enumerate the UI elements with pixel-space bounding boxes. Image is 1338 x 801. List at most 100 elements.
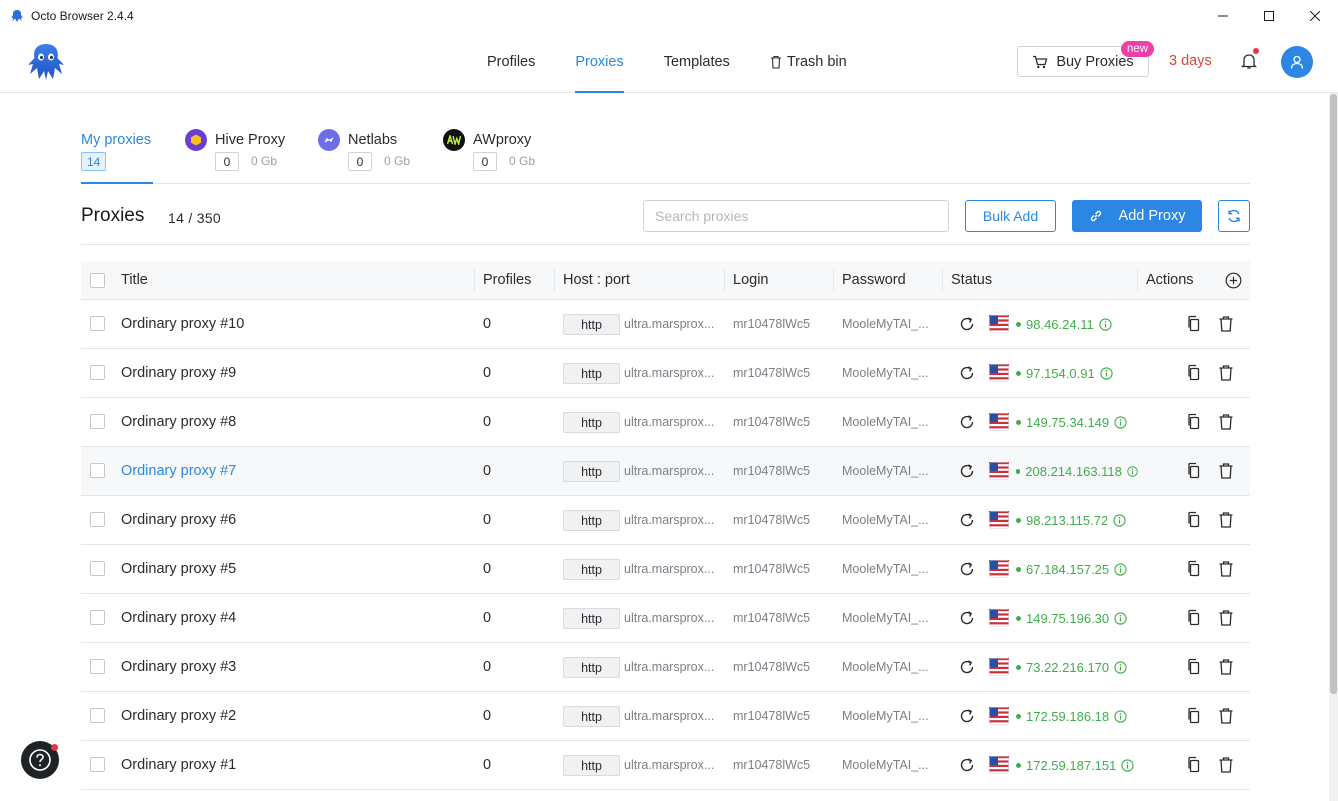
check-proxy-icon[interactable] xyxy=(959,365,975,381)
trash-icon[interactable] xyxy=(1218,511,1234,529)
octo-logo-icon[interactable] xyxy=(24,41,68,83)
proxy-title[interactable]: Ordinary proxy #4 xyxy=(121,594,236,642)
info-icon[interactable] xyxy=(1114,562,1127,576)
minimize-button[interactable] xyxy=(1200,0,1246,31)
column-profiles[interactable]: Profiles xyxy=(483,261,531,299)
column-title[interactable]: Title xyxy=(121,261,148,299)
proxy-title[interactable]: Ordinary proxy #5 xyxy=(121,545,236,593)
column-host-port[interactable]: Host : port xyxy=(563,261,630,299)
row-checkbox[interactable] xyxy=(90,365,105,380)
trash-icon[interactable] xyxy=(1218,462,1234,480)
check-proxy-icon[interactable] xyxy=(959,512,975,528)
check-proxy-icon[interactable] xyxy=(959,414,975,430)
check-proxy-icon[interactable] xyxy=(959,757,975,773)
info-icon[interactable] xyxy=(1100,366,1113,380)
proxy-title[interactable]: Ordinary proxy #8 xyxy=(121,398,236,446)
info-icon[interactable] xyxy=(1114,415,1127,429)
table-row[interactable]: Ordinary proxy #4 0 http ultra.marsprox... m… xyxy=(81,594,1250,643)
search-input[interactable] xyxy=(643,200,949,232)
add-proxy-button[interactable]: Add Proxy xyxy=(1072,200,1202,232)
copy-icon[interactable] xyxy=(1186,609,1202,627)
check-proxy-icon[interactable] xyxy=(959,659,975,675)
copy-icon[interactable] xyxy=(1186,707,1202,725)
table-row[interactable]: Ordinary proxy #8 0 http ultra.marsprox... m… xyxy=(81,398,1250,447)
copy-icon[interactable] xyxy=(1186,413,1202,431)
trash-icon[interactable] xyxy=(1218,756,1234,774)
row-checkbox[interactable] xyxy=(90,610,105,625)
info-icon[interactable] xyxy=(1114,660,1127,674)
copy-icon[interactable] xyxy=(1186,658,1202,676)
provider-tab-my-proxies[interactable]: My proxies 14 xyxy=(81,93,161,184)
info-icon[interactable] xyxy=(1099,317,1112,331)
proxy-title[interactable]: Ordinary proxy #1 xyxy=(121,741,236,789)
row-checkbox[interactable] xyxy=(90,414,105,429)
table-row[interactable]: Ordinary proxy #1 0 http ultra.marsprox... m… xyxy=(81,741,1250,790)
provider-tab-netlabs[interactable]: Netlabs 0 0 Gb xyxy=(318,93,428,184)
info-icon[interactable] xyxy=(1114,611,1127,625)
copy-icon[interactable] xyxy=(1186,511,1202,529)
trash-icon[interactable] xyxy=(1218,609,1234,627)
close-window-button[interactable] xyxy=(1292,0,1338,31)
row-checkbox[interactable] xyxy=(90,757,105,772)
trash-icon[interactable] xyxy=(1218,658,1234,676)
trash-icon[interactable] xyxy=(1218,315,1234,333)
info-icon[interactable] xyxy=(1113,513,1126,527)
table-row[interactable]: Ordinary proxy #5 0 http ultra.marsprox... m… xyxy=(81,545,1250,594)
row-checkbox[interactable] xyxy=(90,512,105,527)
check-proxy-icon[interactable] xyxy=(959,708,975,724)
nav-profiles[interactable]: Profiles xyxy=(487,31,535,93)
row-checkbox[interactable] xyxy=(90,659,105,674)
table-row[interactable]: Ordinary proxy #7 0 http ultra.marsprox... m… xyxy=(81,447,1250,496)
check-proxy-icon[interactable] xyxy=(959,561,975,577)
table-row[interactable]: Ordinary proxy #10 0 http ultra.marsprox...… xyxy=(81,300,1250,349)
refresh-button[interactable] xyxy=(1218,200,1250,232)
copy-icon[interactable] xyxy=(1186,462,1202,480)
info-icon[interactable] xyxy=(1127,465,1138,478)
proxy-title[interactable]: Ordinary proxy #6 xyxy=(121,496,236,544)
subscription-days-left[interactable]: 3 days xyxy=(1169,53,1212,69)
proxy-title[interactable]: Ordinary proxy #10 xyxy=(121,300,244,348)
table-row[interactable]: Ordinary proxy #2 0 http ultra.marsprox... m… xyxy=(81,692,1250,741)
check-proxy-icon[interactable] xyxy=(959,463,975,479)
avatar[interactable] xyxy=(1281,46,1313,78)
column-login[interactable]: Login xyxy=(733,261,768,299)
trash-icon[interactable] xyxy=(1218,413,1234,431)
trash-icon[interactable] xyxy=(1218,364,1234,382)
scrollbar-thumb[interactable] xyxy=(1330,94,1337,694)
bulk-add-button[interactable]: Bulk Add xyxy=(965,200,1056,232)
check-proxy-icon[interactable] xyxy=(959,316,975,332)
copy-icon[interactable] xyxy=(1186,756,1202,774)
check-proxy-icon[interactable] xyxy=(959,610,975,626)
trash-icon[interactable] xyxy=(1218,560,1234,578)
column-status[interactable]: Status xyxy=(951,261,992,299)
column-divider xyxy=(1137,269,1138,291)
column-password[interactable]: Password xyxy=(842,261,906,299)
add-column-icon[interactable] xyxy=(1225,272,1242,289)
proxy-title[interactable]: Ordinary proxy #7 xyxy=(121,447,236,495)
provider-tab-awproxy[interactable]: AWproxy 0 0 Gb xyxy=(443,93,563,184)
maximize-button[interactable] xyxy=(1246,0,1292,31)
trash-icon[interactable] xyxy=(1218,707,1234,725)
row-checkbox[interactable] xyxy=(90,561,105,576)
nav-templates[interactable]: Templates xyxy=(664,31,730,93)
row-checkbox[interactable] xyxy=(90,708,105,723)
copy-icon[interactable] xyxy=(1186,364,1202,382)
buy-proxies-label: Buy Proxies xyxy=(1056,53,1134,70)
info-icon[interactable] xyxy=(1114,709,1127,723)
proxy-title[interactable]: Ordinary proxy #3 xyxy=(121,643,236,691)
nav-proxies[interactable]: Proxies xyxy=(575,31,625,93)
bell-icon[interactable] xyxy=(1241,52,1257,70)
copy-icon[interactable] xyxy=(1186,560,1202,578)
nav-trash-bin[interactable]: Trash bin xyxy=(770,31,847,93)
copy-icon[interactable] xyxy=(1186,315,1202,333)
proxy-title[interactable]: Ordinary proxy #2 xyxy=(121,692,236,740)
table-row[interactable]: Ordinary proxy #3 0 http ultra.marsprox... m… xyxy=(81,643,1250,692)
table-row[interactable]: Ordinary proxy #6 0 http ultra.marsprox... m… xyxy=(81,496,1250,545)
proxy-title[interactable]: Ordinary proxy #9 xyxy=(121,349,236,397)
provider-tab-hive-proxy[interactable]: Hive Proxy 0 0 Gb xyxy=(185,93,305,184)
info-icon[interactable] xyxy=(1121,758,1135,772)
row-checkbox[interactable] xyxy=(90,463,105,478)
table-row[interactable]: Ordinary proxy #9 0 http ultra.marsprox... m… xyxy=(81,349,1250,398)
row-checkbox[interactable] xyxy=(90,316,105,331)
select-all-checkbox[interactable] xyxy=(90,273,105,288)
